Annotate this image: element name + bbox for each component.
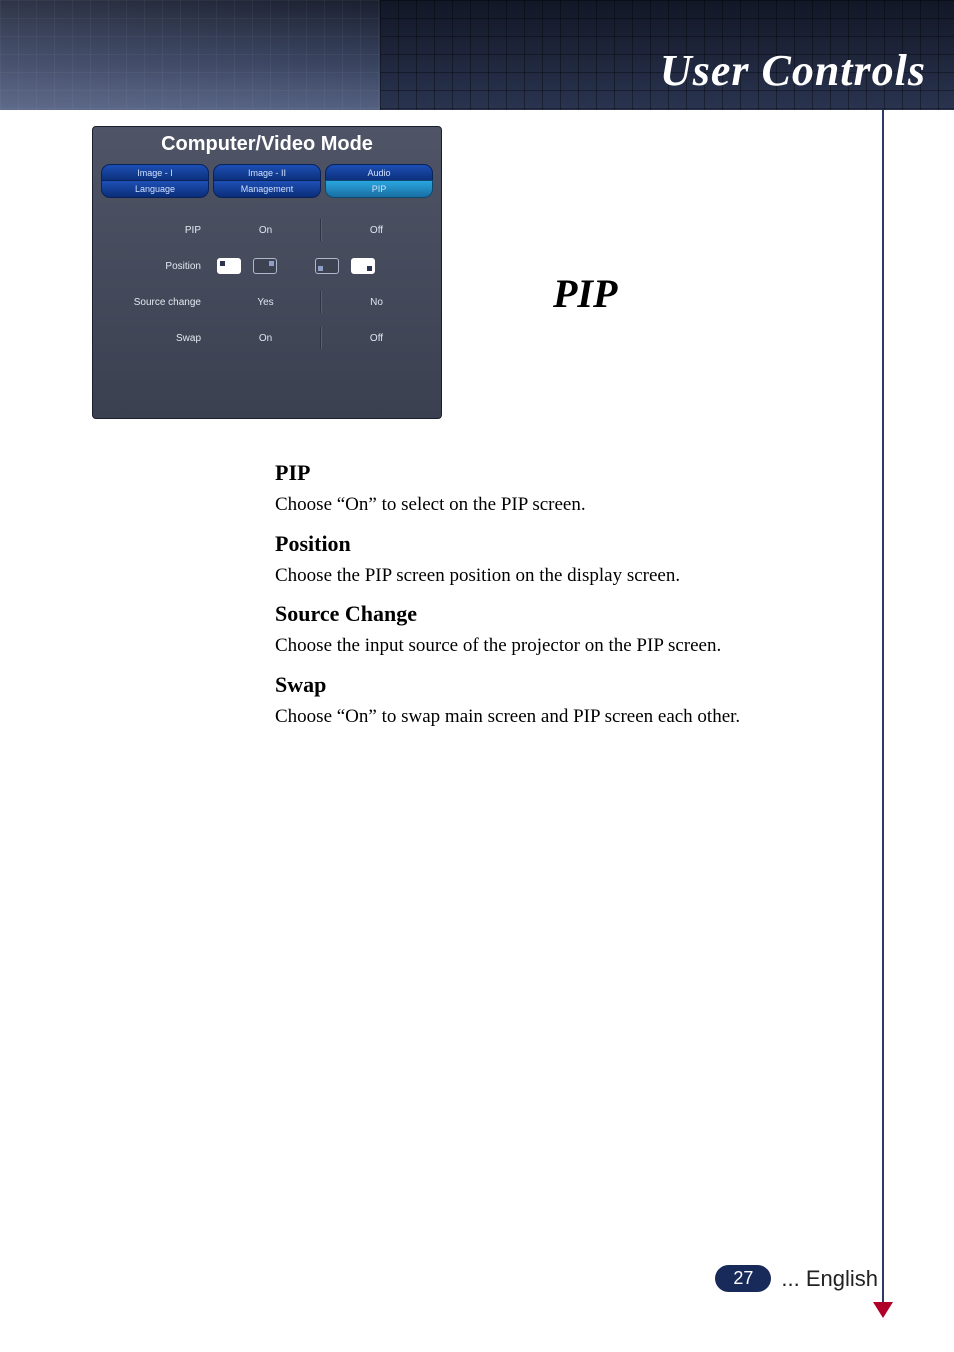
heading-position: Position bbox=[275, 531, 835, 557]
osd-label-source-change: Source change bbox=[103, 297, 211, 308]
position-top-left-icon[interactable] bbox=[217, 258, 241, 274]
osd-label-pip: PIP bbox=[103, 225, 211, 236]
section-heading: PIP bbox=[553, 270, 617, 317]
heading-pip: PIP bbox=[275, 460, 835, 486]
page-margin-arrow-icon bbox=[873, 1302, 893, 1318]
osd-option-src-no[interactable]: No bbox=[322, 297, 431, 308]
osd-option-pip-off[interactable]: Off bbox=[322, 225, 431, 236]
osd-option-src-yes[interactable]: Yes bbox=[211, 297, 320, 308]
para-pip: Choose “On” to select on the PIP screen. bbox=[275, 492, 835, 519]
page-header: User Controls bbox=[0, 0, 954, 110]
tab-management[interactable]: Management bbox=[213, 180, 321, 198]
osd-label-position: Position bbox=[103, 261, 211, 272]
header-decoration-left bbox=[0, 0, 380, 110]
page-language: ... English bbox=[781, 1266, 878, 1292]
osd-row-swap: Swap On Off bbox=[103, 320, 431, 356]
position-top-right-icon[interactable] bbox=[253, 258, 277, 274]
osd-body: PIP On Off Position Source change Yes bbox=[93, 198, 441, 418]
osd-panel: Computer/Video Mode Image - I Image - II… bbox=[92, 126, 442, 419]
page-margin-rule bbox=[882, 110, 884, 1302]
position-bottom-right-icon[interactable] bbox=[351, 258, 375, 274]
para-source-change: Choose the input source of the projector… bbox=[275, 633, 835, 660]
body-text: PIP Choose “On” to select on the PIP scr… bbox=[275, 460, 835, 734]
osd-tab-group: Image - I Image - II Audio Language Mana… bbox=[93, 164, 441, 198]
page-footer: 27 ... English bbox=[715, 1265, 878, 1292]
osd-option-swap-on[interactable]: On bbox=[211, 333, 320, 344]
page-number: 27 bbox=[715, 1265, 771, 1292]
page-title: User Controls bbox=[660, 45, 926, 96]
osd-label-swap: Swap bbox=[103, 333, 211, 344]
osd-row-source-change: Source change Yes No bbox=[103, 284, 431, 320]
heading-source-change: Source Change bbox=[275, 601, 835, 627]
osd-row-pip: PIP On Off bbox=[103, 212, 431, 248]
osd-option-pip-on[interactable]: On bbox=[211, 225, 320, 236]
osd-title: Computer/Video Mode bbox=[93, 127, 441, 164]
para-position: Choose the PIP screen position on the di… bbox=[275, 563, 835, 590]
tab-pip[interactable]: PIP bbox=[325, 180, 433, 198]
heading-swap: Swap bbox=[275, 672, 835, 698]
osd-row-position: Position bbox=[103, 248, 431, 284]
para-swap: Choose “On” to swap main screen and PIP … bbox=[275, 704, 835, 731]
osd-option-swap-off[interactable]: Off bbox=[322, 333, 431, 344]
position-bottom-left-icon[interactable] bbox=[315, 258, 339, 274]
tab-language[interactable]: Language bbox=[101, 180, 209, 198]
